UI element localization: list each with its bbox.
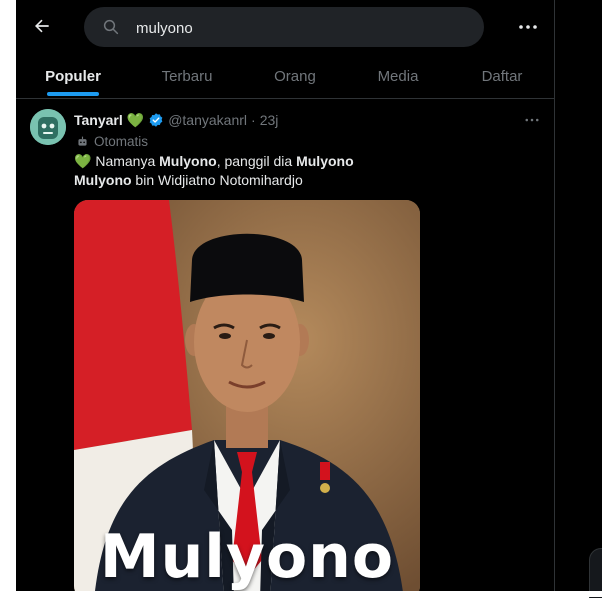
handle[interactable]: @tanyakanrl <box>168 112 247 128</box>
tab-label: Orang <box>274 67 316 85</box>
tab-orang[interactable]: Orang <box>244 54 346 98</box>
avatar[interactable] <box>30 109 66 145</box>
separator: · <box>251 112 256 128</box>
right-sidebar <box>555 0 602 597</box>
highlighted-term: Mulyono <box>296 153 354 169</box>
post[interactable]: Tanyarl 💚 @tanyakanrl · 23j Otomatis 💚 N… <box>16 99 554 597</box>
post-author: Tanyarl 💚 @tanyakanrl · 23j <box>74 110 278 130</box>
tab-label: Media <box>377 67 419 85</box>
active-tab-indicator <box>47 92 99 96</box>
search-icon <box>103 19 119 35</box>
highlighted-term: Mulyono <box>159 153 217 169</box>
tab-daftar[interactable]: Daftar <box>450 54 554 98</box>
image-caption: Mulyono <box>99 522 395 592</box>
search-box[interactable] <box>84 7 484 49</box>
post-time[interactable]: 23j <box>260 112 279 128</box>
more-icon[interactable] <box>516 15 540 39</box>
post-text-line-2: Mulyono bin Widjiatno Notomihardjo <box>74 172 303 188</box>
post-media-image[interactable]: Mulyono <box>74 200 420 597</box>
search-tabs: Populer Terbaru Orang Media Daftar <box>16 54 554 99</box>
tab-label: Daftar <box>481 67 523 85</box>
heart-emoji: 💚 <box>126 111 145 128</box>
search-header <box>16 0 554 54</box>
text-fragment: , panggil dia <box>216 153 297 169</box>
tab-media[interactable]: Media <box>346 54 450 98</box>
tab-label: Terbaru <box>161 67 213 85</box>
post-text-line-1: 💚 Namanya Mulyono, panggil dia Mulyono <box>74 153 354 170</box>
app-window: Populer Terbaru Orang Media Daftar Tanya… <box>16 0 555 597</box>
post-more-icon[interactable] <box>522 111 542 129</box>
verified-badge-icon <box>149 113 163 127</box>
tab-label: Populer <box>45 67 101 85</box>
tab-terbaru[interactable]: Terbaru <box>130 54 244 98</box>
robot-icon <box>78 136 87 146</box>
text-fragment: bin Widjiatno Notomihardjo <box>131 172 303 188</box>
search-input[interactable] <box>134 7 458 49</box>
back-button[interactable] <box>29 13 55 39</box>
automated-text: Otomatis <box>94 133 149 149</box>
heart-emoji: 💚 <box>74 153 92 169</box>
back-arrow-icon <box>35 19 49 33</box>
automated-account-label: Otomatis <box>76 132 148 150</box>
text-fragment: Namanya <box>91 153 160 169</box>
bottom-edge <box>0 591 602 597</box>
highlighted-term: Mulyono <box>74 172 132 188</box>
display-name[interactable]: Tanyarl <box>74 112 123 128</box>
avatar-image <box>30 109 66 145</box>
